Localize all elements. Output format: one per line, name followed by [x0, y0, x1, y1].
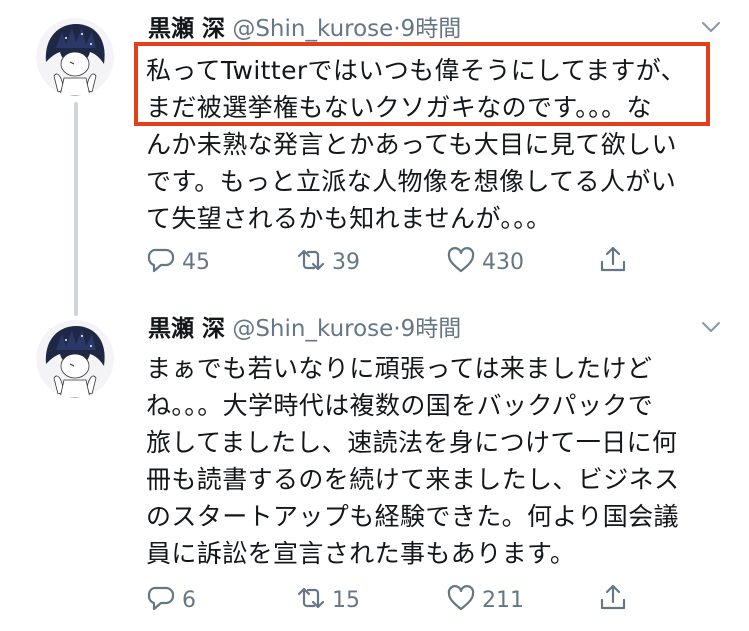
share-icon: [598, 583, 628, 617]
like-icon: [446, 245, 476, 279]
share-button[interactable]: [598, 244, 628, 280]
tweet-line: 冊も読書するのを続けて来ましたし、ビジネス: [146, 465, 680, 494]
share-icon: [598, 245, 628, 279]
highlight-annotation-box: [134, 42, 710, 126]
retweet-count: 15: [332, 587, 360, 613]
tweet-line: です。もっと立派な人物像を想像してる人がい: [146, 167, 677, 196]
chevron-down-icon[interactable]: [700, 16, 722, 38]
tweet-actions: 45 39 430: [146, 244, 666, 280]
thread-line: [74, 102, 78, 316]
like-icon: [446, 583, 476, 617]
like-button[interactable]: 211: [446, 582, 524, 618]
tweet[interactable]: 黒瀬 深 @Shin_kurose·9時間 私ってTwitterではいつも偉そう…: [0, 0, 749, 316]
timestamp[interactable]: 9時間: [401, 16, 462, 42]
avatar[interactable]: [36, 18, 114, 96]
reply-count: 6: [182, 587, 196, 613]
avatar[interactable]: [36, 320, 114, 398]
reply-button[interactable]: 45: [146, 244, 210, 280]
like-count: 211: [482, 587, 524, 613]
reply-button[interactable]: 6: [146, 582, 196, 618]
tweet-line: て失望されるかも知れませんが。。。: [146, 204, 552, 233]
tweet-line: まぁでも若いなりに頑張っては来ましたけど: [146, 354, 653, 383]
tweet-line: のスタートアップも経験できた。何より国会議: [146, 502, 679, 531]
reply-count: 45: [182, 249, 210, 275]
tweet-line: ね。。。大学時代は複数の国をバックパックで: [146, 391, 654, 420]
tweet-text: まぁでも若いなりに頑張っては来ましたけど ね。。。大学時代は複数の国をバックパッ…: [146, 350, 706, 572]
display-name[interactable]: 黒瀬 深: [148, 316, 225, 342]
retweet-button[interactable]: 39: [296, 244, 360, 280]
chevron-down-icon[interactable]: [700, 316, 722, 338]
tweet-line: 員に訴訟を宣言された事もあります。: [146, 539, 576, 568]
user-handle[interactable]: @Shin_kurose: [232, 316, 393, 342]
retweet-button[interactable]: 15: [296, 582, 360, 618]
retweet-icon: [296, 245, 326, 279]
tweet-header: 黒瀬 深 @Shin_kurose·9時間: [148, 314, 461, 344]
timestamp[interactable]: 9時間: [401, 316, 462, 342]
like-count: 430: [482, 249, 524, 275]
display-name[interactable]: 黒瀬 深: [148, 16, 225, 42]
reply-icon: [146, 583, 176, 617]
retweet-count: 39: [332, 249, 360, 275]
separator-dot: ·: [393, 316, 401, 342]
reply-icon: [146, 245, 176, 279]
tweet[interactable]: 黒瀬 深 @Shin_kurose·9時間 まぁでも若いなりに頑張っては来ました…: [0, 300, 749, 631]
tweet-actions: 6 15 211: [146, 582, 666, 618]
share-button[interactable]: [598, 582, 628, 618]
user-handle[interactable]: @Shin_kurose: [232, 16, 393, 42]
tweet-line: 旅してましたし、速読法を身につけて一日に何: [146, 428, 678, 457]
tweet-line: んか未熟な発言とかあっても大目に見て欲しい: [146, 130, 677, 159]
tweet-header: 黒瀬 深 @Shin_kurose·9時間: [148, 14, 461, 44]
like-button[interactable]: 430: [446, 244, 524, 280]
separator-dot: ·: [393, 16, 401, 42]
retweet-icon: [296, 583, 326, 617]
